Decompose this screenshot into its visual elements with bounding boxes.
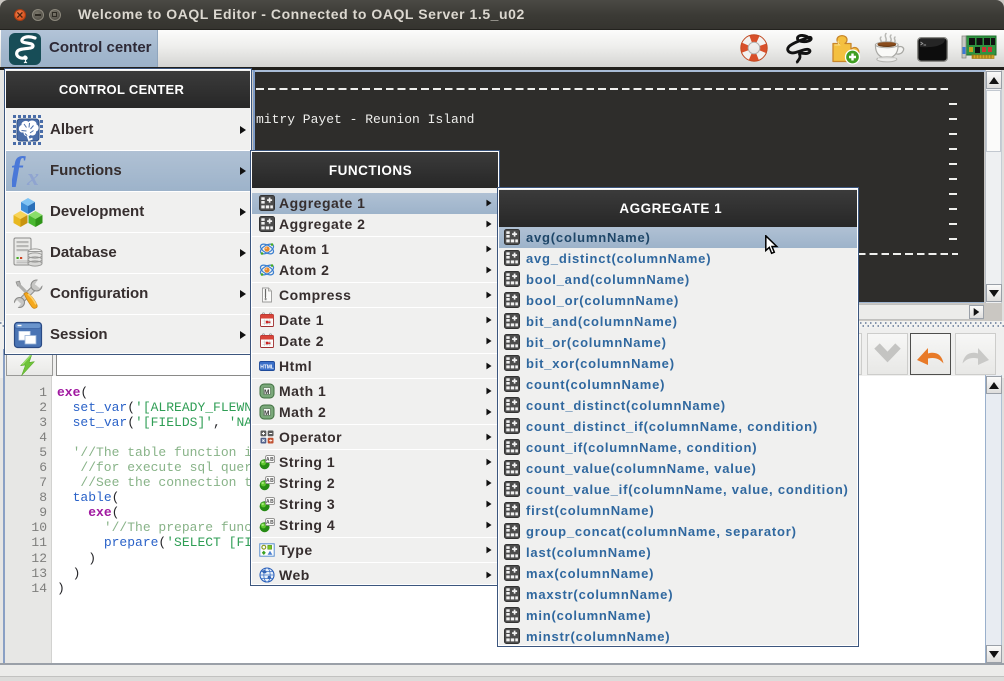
svg-text:HTML: HTML [260, 364, 274, 370]
svg-text:AB: AB [266, 499, 274, 505]
svg-text:M: M [264, 410, 270, 417]
svg-text:f: f [12, 155, 26, 187]
svg-text:M: M [264, 389, 270, 396]
svg-text:x: x [26, 165, 39, 187]
svg-text:AB: AB [266, 478, 274, 484]
svg-text:AB: AB [266, 520, 274, 526]
svg-text:AB: AB [266, 457, 274, 463]
